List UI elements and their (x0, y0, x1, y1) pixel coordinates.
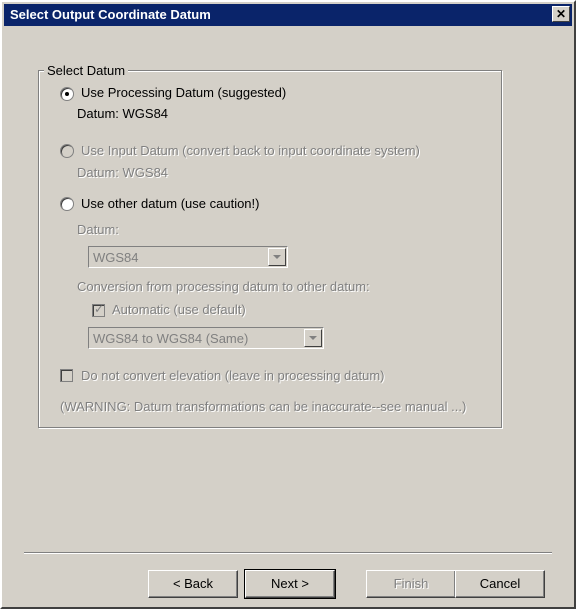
automatic-label: Automatic (use default) (112, 302, 246, 317)
finish-button[interactable]: Finish (366, 570, 456, 598)
automatic-checkbox[interactable]: ✓ (92, 302, 105, 317)
back-button[interactable]: < Back (148, 570, 238, 598)
other-datum-label[interactable]: Use other datum (use caution!) (81, 196, 259, 211)
button-separator (24, 552, 552, 554)
elevation-checkbox[interactable] (60, 369, 73, 382)
conversion-select[interactable]: WGS84 to WGS84 (Same) (88, 327, 324, 349)
checkmark-icon: ✓ (94, 302, 105, 316)
close-button[interactable]: ✕ (552, 6, 570, 22)
radio-selected-dot (65, 92, 69, 96)
next-button[interactable]: Next > (244, 569, 336, 599)
input-datum-label: Use Input Datum (convert back to input c… (81, 143, 420, 158)
close-icon: ✕ (555, 7, 567, 21)
cancel-button[interactable]: Cancel (455, 570, 545, 598)
window-title: Select Output Coordinate Datum (10, 7, 211, 22)
processing-datum-label[interactable]: Use Processing Datum (suggested) (81, 85, 286, 100)
conversion-label: Conversion from processing datum to othe… (77, 279, 370, 294)
processing-datum-value: Datum: WGS84 (77, 106, 169, 121)
datum-label: Datum: (77, 222, 119, 237)
group-label: Select Datum (44, 63, 129, 78)
processing-datum-radio[interactable] (60, 87, 74, 101)
datum-select-value: WGS84 (93, 250, 139, 265)
datum-select[interactable]: WGS84 (88, 246, 288, 268)
input-datum-value: Datum: WGS84 (77, 165, 169, 180)
title-bar[interactable]: Select Output Coordinate Datum ✕ (4, 4, 572, 26)
dropdown-arrow-icon[interactable] (268, 248, 286, 266)
dropdown-arrow-icon[interactable] (304, 329, 322, 347)
other-datum-radio[interactable] (60, 197, 74, 211)
warning-text: (WARNING: Datum transformations can be i… (60, 399, 467, 414)
input-datum-radio[interactable] (60, 144, 74, 158)
conversion-select-value: WGS84 to WGS84 (Same) (93, 331, 249, 346)
elevation-label: Do not convert elevation (leave in proce… (81, 368, 385, 383)
